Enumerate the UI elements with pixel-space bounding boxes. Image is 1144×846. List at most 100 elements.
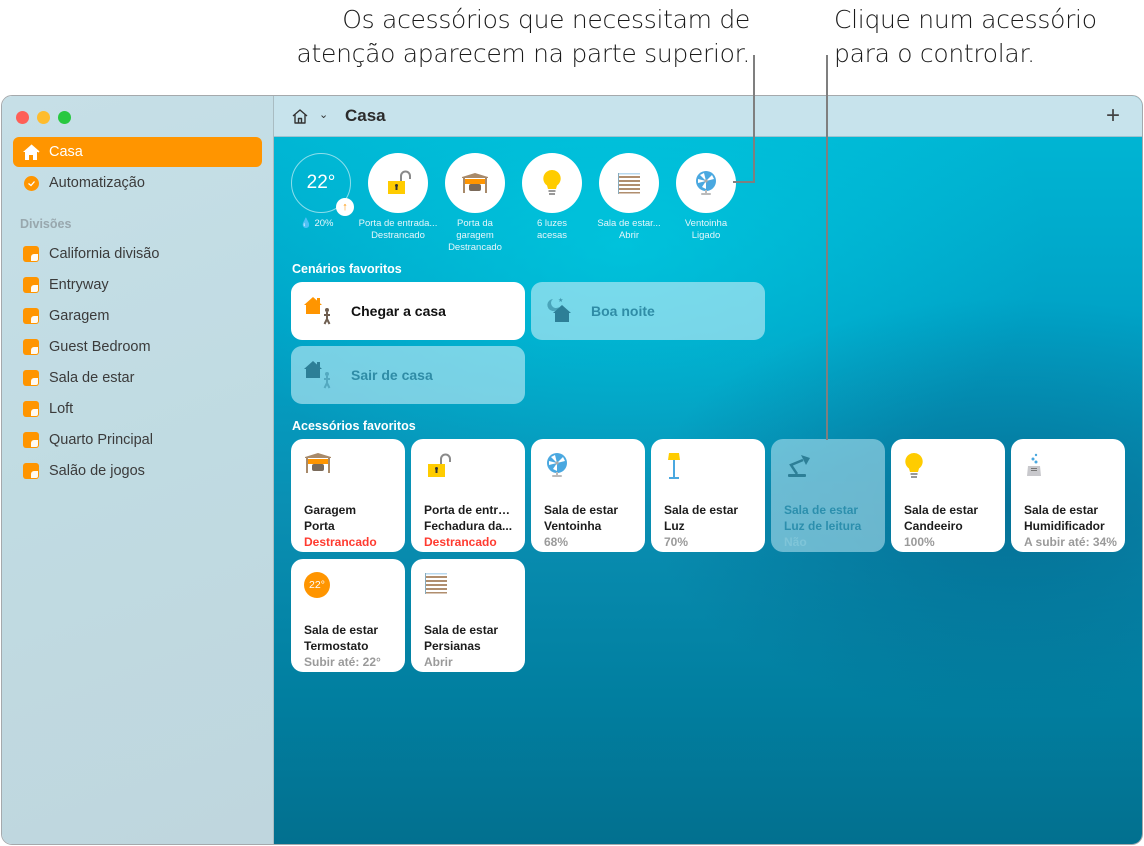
room-icon [23, 370, 39, 386]
room-icon [23, 308, 39, 324]
floor-lamp-icon [664, 452, 694, 482]
status-value: Destrancado [371, 230, 425, 241]
status-label: Ventoinha [684, 218, 728, 229]
room-label: Guest Bedroom [49, 339, 151, 355]
accessory-tile[interactable]: Sala de estar Persianas Abrir [411, 559, 525, 672]
close-button[interactable] [16, 111, 29, 124]
room-icon [23, 463, 39, 479]
accessory-tile[interactable]: 22° Sala de estar Termostato Subir até: … [291, 559, 405, 672]
unlocked-padlock-icon [368, 153, 428, 213]
room-label: Entryway [49, 277, 109, 293]
accessory-tile[interactable]: Porta de entra... Fechadura da... Destra… [411, 439, 525, 552]
status-item[interactable]: Sala de estar... Abrir [589, 153, 669, 242]
scene-sair-de-casa[interactable]: Sair de casa [291, 346, 525, 404]
accessory-room: Sala de estar [784, 503, 859, 517]
fan-icon [676, 153, 736, 213]
room-label: Sala de estar [49, 370, 135, 386]
house-icon [22, 143, 40, 161]
room-icon [23, 401, 39, 417]
lightbulb-icon [522, 153, 582, 213]
sidebar-room-item[interactable]: Loft [13, 394, 262, 424]
accessory-room: Sala de estar [664, 503, 739, 517]
room-icon [23, 339, 39, 355]
callout-line [733, 181, 755, 183]
climate-status[interactable]: 22° ↑ 💧 20% [281, 153, 361, 230]
sidebar-item-automatizacao[interactable]: Automatização [13, 168, 262, 198]
callout-click-accessory: Clique num acessório para o controlar. [834, 3, 1144, 71]
sidebar-item-casa[interactable]: Casa [13, 137, 262, 167]
callout-attention-accessories: Os acessórios que necessitam de atenção … [258, 3, 751, 71]
status-item[interactable]: Ventoinha Ligado [666, 153, 746, 242]
accessory-name: Luz [664, 519, 685, 533]
accessory-status: Destrancado [304, 535, 377, 549]
sidebar-room-item[interactable]: Sala de estar [13, 363, 262, 393]
temperature-value: 22° [306, 172, 336, 193]
accessory-status: 100% [904, 535, 935, 549]
scene-chegar-a-casa[interactable]: Chegar a casa [291, 282, 525, 340]
accessories-title: Acessórios favoritos [292, 419, 416, 433]
status-item[interactable]: 6 luzes acesas [512, 153, 592, 242]
humidity-value: 20% [314, 218, 334, 229]
callout-text-line: para o controlar. [834, 39, 1035, 68]
accessory-status: Destrancado [424, 535, 497, 549]
sidebar-room-item[interactable]: California divisão [13, 239, 262, 269]
status-item[interactable]: Porta de entrada... Destrancado [358, 153, 438, 242]
accessory-name: Candeeiro [904, 519, 963, 533]
home-menu-icon[interactable] [291, 108, 309, 130]
thermostat-icon: 22° [304, 572, 334, 602]
accessory-name: Fechadura da... [424, 519, 513, 533]
accessory-tile[interactable]: Sala de estar Humidificador A subir até:… [1011, 439, 1125, 552]
callout-text-line: Clique num acessório [834, 5, 1097, 34]
sidebar-room-item[interactable]: Entryway [13, 270, 262, 300]
room-icon [23, 277, 39, 293]
callout-text-line: Os acessórios que necessitam de [342, 5, 750, 34]
accessory-room: Sala de estar [1024, 503, 1099, 517]
accessory-tile[interactable]: Garagem Porta Destrancado [291, 439, 405, 552]
accessory-status: 70% [664, 535, 689, 549]
svg-text:★: ★ [558, 297, 563, 304]
status-item[interactable]: Porta da garagem Destrancado [435, 153, 515, 254]
minimize-button[interactable] [37, 111, 50, 124]
accessory-status: Abrir [424, 655, 453, 669]
accessory-status: A subir até: 34% [1024, 535, 1117, 549]
unlocked-padlock-icon [424, 452, 454, 482]
status-value: Abrir [618, 230, 640, 241]
zoom-button[interactable] [58, 111, 71, 124]
room-label: Quarto Principal [49, 432, 153, 448]
status-value: Destrancado [448, 242, 502, 253]
droplet-icon: 💧 [300, 218, 312, 229]
sidebar-room-item[interactable]: Salão de jogos [13, 456, 262, 486]
accessory-name: Luz de leitura [784, 519, 862, 533]
arrive-home-icon [303, 295, 339, 327]
accessory-tile[interactable]: Sala de estar Ventoinha 68% [531, 439, 645, 552]
accessory-name: Porta [304, 519, 335, 533]
accessory-status: Subir até: 22° [304, 655, 381, 669]
fan-icon [544, 452, 574, 482]
accessory-tile[interactable]: Sala de estar Luz 70% [651, 439, 765, 552]
accessory-name: Humidificador [1024, 519, 1105, 533]
humidity-label: 💧 20% [281, 218, 361, 230]
garage-icon [445, 153, 505, 213]
accessory-status: Não [784, 535, 807, 549]
room-label: California divisão [49, 246, 160, 262]
status-label: garagem [456, 230, 494, 241]
add-button[interactable]: + [1106, 102, 1120, 130]
accessory-room: Garagem [304, 503, 357, 517]
humidifier-icon [1024, 452, 1054, 482]
chevron-down-icon[interactable]: ⌄ [319, 108, 328, 121]
page-title: Casa [345, 106, 386, 125]
callout-line [753, 55, 755, 183]
scene-label: Boa noite [591, 303, 655, 319]
room-icon [23, 432, 39, 448]
blinds-icon [599, 153, 659, 213]
accessory-tile[interactable]: Sala de estar Candeeiro 100% [891, 439, 1005, 552]
scene-boa-noite[interactable]: ★ Boa noite [531, 282, 765, 340]
room-icon [23, 246, 39, 262]
blinds-icon [424, 572, 454, 602]
accessory-tile[interactable]: Sala de estar Luz de leitura Não [771, 439, 885, 552]
sidebar-room-item[interactable]: Quarto Principal [13, 425, 262, 455]
sidebar-room-item[interactable]: Garagem [13, 301, 262, 331]
toolbar: ⌄ Casa + [274, 96, 1142, 137]
sidebar-room-item[interactable]: Guest Bedroom [13, 332, 262, 362]
accessory-name: Persianas [424, 639, 481, 653]
